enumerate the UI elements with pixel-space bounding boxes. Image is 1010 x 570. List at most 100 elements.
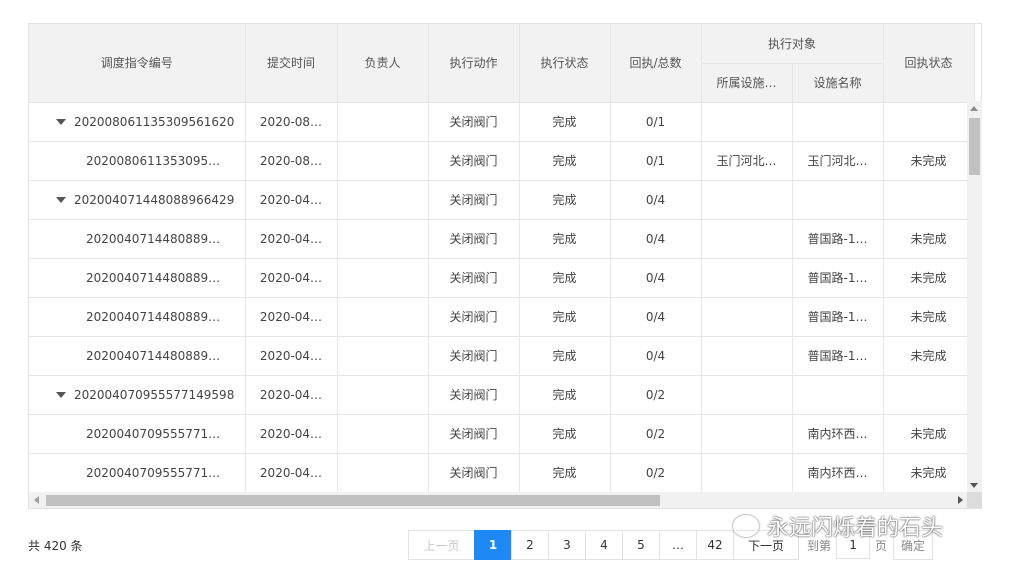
watermark: 永远闪烁着的石头 <box>733 510 943 542</box>
cell-code: 202008061135309561… <box>29 141 246 181</box>
cell-facility-name: 南内环西… <box>792 453 884 493</box>
cell-submit-time: 2020-08… <box>245 141 338 181</box>
header-exec-status[interactable]: 执行状态 <box>519 24 611 103</box>
code-text: 20200806113530956162​0 <box>74 114 235 129</box>
cell-receipt-status: 未完成 <box>883 336 975 376</box>
cell-exec-status: 完成 <box>519 102 611 142</box>
collapse-arrow-icon[interactable] <box>56 118 66 125</box>
code-text: 202004071448088966… <box>86 270 226 285</box>
cell-receipt-status <box>883 180 975 220</box>
cell-receipt-total: 0/2 <box>610 453 702 493</box>
table-row-child[interactable]: 202004071448088966… 2020-04… 关闭阀门 完成 0/4 普国路-… <box>29 219 975 259</box>
cell-action: 关闭阀门 <box>428 180 520 220</box>
cell-receipt-total: 0/1 <box>610 102 702 142</box>
code-text: 202004071448088966… <box>86 231 226 246</box>
cell-submit-time: 2020-04… <box>245 219 338 259</box>
code-text: 202004071448088966… <box>86 309 226 324</box>
cell-receipt-total: 0/4 <box>610 219 702 259</box>
header-owner[interactable]: 负责人 <box>337 24 429 103</box>
table-row-parent[interactable]: 20200806113530956162​0 2020-08… 关闭阀门 完成 0/1 <box>29 102 975 142</box>
collapse-arrow-icon[interactable] <box>56 196 66 203</box>
table-row-parent[interactable]: 20200407144808896642​9 2020-04… 关闭阀门 完成 0/4 <box>29 180 975 220</box>
table-row-child[interactable]: 202004071448088966… 2020-04… 关闭阀门 完成 0/4 普国路-… <box>29 297 975 337</box>
horizontal-scrollbar[interactable] <box>29 492 967 508</box>
cell-facility-name: 普国路-1… <box>792 297 884 337</box>
cell-action: 关闭阀门 <box>428 297 520 337</box>
horizontal-scroll-thumb[interactable] <box>46 495 660 506</box>
collapse-arrow-icon[interactable] <box>56 391 66 398</box>
cell-submit-time: 2020-04… <box>245 258 338 298</box>
watermark-text: 永远闪烁着的石头 <box>767 516 944 541</box>
header-facility-name[interactable]: 设施名称 <box>792 63 884 103</box>
cell-submit-time: 2020-04… <box>245 180 338 220</box>
cell-receipt-status <box>883 102 975 142</box>
cell-receipt-status: 未完成 <box>883 297 975 337</box>
page-button-1[interactable]: 1 <box>474 530 512 560</box>
page-button-3[interactable]: 3 <box>548 530 586 560</box>
cell-code: 20200407095557714959​8 <box>29 375 246 415</box>
cell-receipt-total: 0/4 <box>610 297 702 337</box>
scroll-down-arrow-icon[interactable] <box>970 483 978 488</box>
cell-exec-status: 完成 <box>519 414 611 454</box>
cell-owner <box>337 180 429 220</box>
cell-receipt-status: 未完成 <box>883 453 975 493</box>
cell-owner <box>337 297 429 337</box>
cell-facility-group <box>701 219 793 259</box>
cell-exec-status: 完成 <box>519 258 611 298</box>
cell-owner <box>337 102 429 142</box>
cell-receipt-total: 0/4 <box>610 258 702 298</box>
header-code[interactable]: 调度指令编号 <box>29 24 246 103</box>
cell-code: 202004070955577149… <box>29 414 246 454</box>
header-receipt-status[interactable]: 回执状态 <box>883 24 975 103</box>
cell-code: 20200806113530956162​0 <box>29 102 246 142</box>
cell-facility-name <box>792 102 884 142</box>
cell-receipt-total: 0/1 <box>610 141 702 181</box>
table-row-child[interactable]: 202004071448088966… 2020-04… 关闭阀门 完成 0/4 普国路-… <box>29 258 975 298</box>
scroll-right-arrow-icon[interactable] <box>958 496 963 504</box>
cell-exec-status: 完成 <box>519 141 611 181</box>
cell-facility-name: 普国路-1… <box>792 336 884 376</box>
cell-exec-status: 完成 <box>519 336 611 376</box>
page-button-5[interactable]: 5 <box>622 530 660 560</box>
cell-owner <box>337 258 429 298</box>
cell-code: 202004070955577149… <box>29 453 246 493</box>
prev-page-button[interactable]: 上一页 <box>408 530 475 560</box>
code-text: 202008061135309561… <box>86 153 226 168</box>
cell-owner <box>337 414 429 454</box>
cell-owner <box>337 375 429 415</box>
page-ellipsis[interactable]: … <box>659 530 697 560</box>
page-button-42[interactable]: 42 <box>696 530 734 560</box>
header-action[interactable]: 执行动作 <box>428 24 520 103</box>
cell-receipt-status <box>883 375 975 415</box>
header-facility-group[interactable]: 所属设施… <box>701 63 793 103</box>
header-submit-time[interactable]: 提交时间 <box>245 24 338 103</box>
code-text: 202004070955577149… <box>86 465 226 480</box>
vertical-scrollbar[interactable] <box>967 101 982 492</box>
page-button-2[interactable]: 2 <box>511 530 549 560</box>
cell-receipt-status: 未完成 <box>883 258 975 298</box>
cell-action: 关闭阀门 <box>428 219 520 259</box>
cell-action: 关闭阀门 <box>428 141 520 181</box>
table-row-child[interactable]: 202004071448088966… 2020-04… 关闭阀门 完成 0/4 普国路-… <box>29 336 975 376</box>
page-button-4[interactable]: 4 <box>585 530 623 560</box>
cell-facility-name <box>792 375 884 415</box>
cell-exec-status: 完成 <box>519 375 611 415</box>
scroll-left-arrow-icon[interactable] <box>34 496 39 504</box>
cell-submit-time: 2020-08… <box>245 102 338 142</box>
table-body: 20200806113530956162​0 2020-08… 关闭阀门 完成 0/1 2… <box>29 102 975 493</box>
table-row-parent[interactable]: 20200407095557714959​8 2020-04… 关闭阀门 完成 0/2 <box>29 375 975 415</box>
table-row-child[interactable]: 202004070955577149… 2020-04… 关闭阀门 完成 0/2 南内环西… <box>29 453 975 493</box>
scroll-up-arrow-icon[interactable] <box>970 106 978 111</box>
vertical-scroll-thumb[interactable] <box>969 118 980 175</box>
cell-facility-name <box>792 180 884 220</box>
data-grid: 调度指令编号 提交时间 负责人 执行动作 执行状态 回执/总数 执行对象 回执状… <box>28 23 982 509</box>
cell-receipt-status: 未完成 <box>883 414 975 454</box>
header-receipt-total[interactable]: 回执/总数 <box>610 24 702 103</box>
cell-receipt-total: 0/2 <box>610 375 702 415</box>
table-row-child[interactable]: 202004070955577149… 2020-04… 关闭阀门 完成 0/2 南内环西… <box>29 414 975 454</box>
cell-facility-group <box>701 258 793 298</box>
cell-facility-group <box>701 180 793 220</box>
cell-facility-name: 南内环西… <box>792 414 884 454</box>
table-row-child[interactable]: 202008061135309561… 2020-08… 关闭阀门 完成 0/1 玉门河北… <box>29 141 975 181</box>
cell-facility-group <box>701 375 793 415</box>
